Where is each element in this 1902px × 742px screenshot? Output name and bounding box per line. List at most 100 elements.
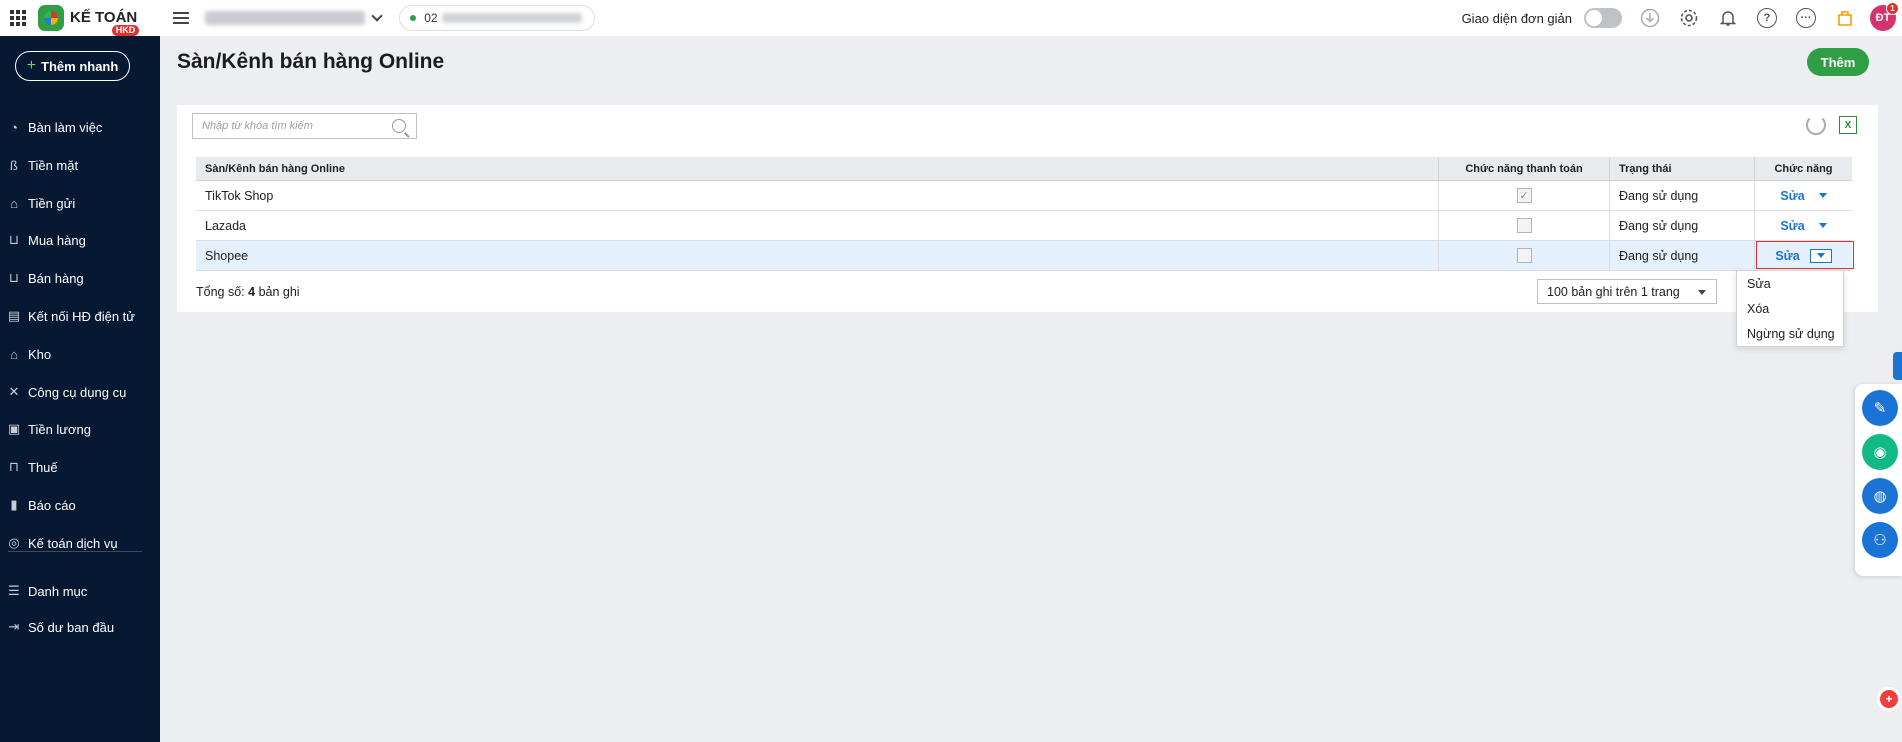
sidebar-item-ban-hang[interactable]: ⊔ Bán hàng [0, 263, 160, 293]
download-icon[interactable] [1639, 7, 1661, 29]
top-right-tools: Giao diện đơn giản ? ··· ĐT 1 [1462, 0, 1902, 36]
company-name-blurred[interactable] [205, 11, 366, 25]
more-icon[interactable]: ··· [1795, 7, 1817, 29]
logo-text: KẾ TOÁN HKD [70, 9, 140, 36]
edit-link[interactable]: Sửa [1780, 219, 1804, 233]
chevron-down-icon [1698, 290, 1706, 295]
app-logo[interactable]: KẾ TOÁN HKD [38, 5, 140, 36]
sidebar-item-label: Tiền gửi [28, 195, 76, 211]
payment-checkbox[interactable] [1516, 248, 1532, 263]
sidebar-item-label: Kho [28, 346, 52, 362]
sidebar-item-tien-luong[interactable]: ▣ Tiền lương [0, 414, 160, 444]
cell-actions: Sửa [1755, 211, 1852, 240]
community-icon[interactable]: ⚇ [1862, 522, 1898, 558]
total-value: 4 [248, 285, 256, 299]
search-icon[interactable] [392, 119, 406, 133]
header-channel[interactable]: Sàn/Kênh bán hàng Online [196, 157, 1439, 180]
tools-icon: ✕ [8, 384, 20, 399]
cart-icon: ⊔ [8, 232, 20, 247]
bank-icon: ⌂ [10, 195, 18, 211]
sidebar-item-danh-muc[interactable]: ☰ Danh mục [0, 576, 160, 606]
shopping-cart-icon: ⊔ [8, 270, 20, 285]
table-row-selected[interactable]: Shopee Đang sử dụng Sửa [196, 241, 1852, 271]
header-payment[interactable]: Chức năng thanh toán [1439, 157, 1610, 180]
chevron-down-icon[interactable] [1818, 223, 1827, 228]
assistant-robot-icon[interactable]: ◍ [1862, 478, 1898, 514]
quick-add-label: Thêm nhanh [41, 58, 119, 74]
menu-item-edit[interactable]: Sửa [1747, 277, 1771, 291]
payment-checkbox[interactable] [1516, 218, 1532, 233]
bell-icon[interactable] [1717, 7, 1739, 29]
invoice-icon: ▤ [7, 308, 21, 323]
total-label: Tổng số: [196, 285, 245, 299]
sidebar-item-label: Bán hàng [28, 270, 84, 286]
sidebar-item-ban-lam-viec[interactable]: ◔ Bàn làm việc [0, 112, 160, 142]
highlight-box [1756, 241, 1854, 269]
payment-checkbox-checked[interactable]: ✓ [1516, 188, 1532, 203]
avatar[interactable]: ĐT 1 [1870, 2, 1899, 31]
add-button[interactable]: Thêm [1807, 48, 1869, 76]
header-status[interactable]: Trạng thái [1610, 157, 1755, 180]
page-title: Sàn/Kênh bán hàng Online [177, 50, 445, 73]
sidebar-item-label: Kế toán dịch vụ [28, 535, 118, 551]
sidebar-item-label: Mua hàng [28, 232, 86, 248]
simple-ui-label: Giao diện đơn giản [1461, 10, 1572, 26]
payroll-icon: ▣ [7, 421, 21, 436]
menu-toggle-icon[interactable] [173, 12, 190, 24]
page-size-value: 100 bản ghi trên 1 trang [1547, 284, 1680, 299]
logo-title: KẾ TOÁN [70, 9, 138, 26]
table-header: Sàn/Kênh bán hàng Online Chức năng thanh… [196, 157, 1852, 181]
sidebar-item-so-du-ban-dau[interactable]: ⇥ Số dư ban đầu [0, 612, 160, 642]
sidebar-divider [8, 551, 142, 552]
cell-actions: Sửa [1755, 181, 1852, 210]
excel-export-icon[interactable]: X [1839, 116, 1857, 134]
chevron-down-icon[interactable] [1818, 193, 1827, 198]
sidebar-item-bao-cao[interactable]: ▮ Báo cáo [0, 490, 160, 520]
phone-blurred [441, 13, 582, 23]
edit-link[interactable]: Sửa [1780, 189, 1804, 203]
search-input[interactable] [193, 120, 392, 132]
quick-add-button[interactable]: + Thêm nhanh [15, 51, 130, 81]
table-row[interactable]: Lazada Đang sử dụng Sửa [196, 211, 1852, 241]
dashboard-icon: ◔ [10, 119, 18, 135]
cell-channel: Shopee [196, 241, 1439, 270]
list-icon: ☰ [8, 583, 20, 598]
page-size-select[interactable]: 100 bản ghi trên 1 trang [1537, 279, 1717, 304]
simple-ui-toggle[interactable] [1584, 8, 1622, 28]
cell-payment [1439, 241, 1610, 270]
sidebar-item-kho[interactable]: ⌂ Kho [0, 339, 160, 369]
chat-bot-icon[interactable]: ◉ [1862, 434, 1898, 470]
sidebar-item-tien-mat[interactable]: ß Tiền mặt [0, 150, 160, 180]
help-icon[interactable]: ? [1756, 7, 1778, 29]
sidebar-item-ket-noi-hd[interactable]: ▤ Kết nối HĐ điện tử [0, 301, 160, 331]
apps-grid-icon[interactable] [10, 10, 26, 26]
plus-icon: + [26, 57, 37, 74]
gear-icon[interactable] [1678, 7, 1700, 29]
sidebar-item-label: Kết nối HĐ điện tử [28, 308, 135, 324]
sidebar-item-cong-cu[interactable]: ✕ Công cụ dụng cụ [0, 377, 160, 407]
sidebar-item-mua-hang[interactable]: ⊔ Mua hàng [0, 225, 160, 255]
phone-number: 02 [424, 11, 438, 25]
menu-item-deactivate[interactable]: Ngừng sử dụng [1747, 327, 1835, 341]
sidebar-item-tien-gui[interactable]: ⌂ Tiền gửi [0, 188, 160, 218]
search-box[interactable] [192, 113, 417, 139]
logo-subtitle: HKD [111, 25, 140, 36]
sidebar-item-thue[interactable]: ⊓ Thuế [0, 452, 160, 482]
sidebar-item-ke-toan-dich-vu[interactable]: ◎ Kế toán dịch vụ [0, 528, 160, 558]
sidebar-item-label: Thuế [28, 459, 58, 475]
menu-item-delete[interactable]: Xóa [1747, 302, 1769, 316]
sidebar-item-label: Tiền mặt [28, 157, 79, 173]
refresh-icon[interactable] [1806, 115, 1826, 135]
phone-pill[interactable]: 02 [399, 5, 595, 31]
total-suffix: bản ghi [258, 285, 300, 299]
chart-icon: ▮ [10, 497, 18, 512]
help-bubble-icon[interactable]: + [1880, 690, 1898, 708]
table-row[interactable]: TikTok Shop ✓ Đang sử dụng Sửa [196, 181, 1852, 211]
chevron-down-icon[interactable] [371, 10, 383, 22]
megaphone-icon[interactable]: ✎ [1862, 390, 1898, 426]
expand-panel-tab[interactable] [1893, 352, 1902, 380]
tax-icon: ⊓ [8, 459, 20, 474]
announcement-icon[interactable] [1834, 7, 1856, 29]
cash-bag-icon: ß [10, 157, 18, 173]
total-count: Tổng số: 4 bản ghi [196, 285, 300, 299]
